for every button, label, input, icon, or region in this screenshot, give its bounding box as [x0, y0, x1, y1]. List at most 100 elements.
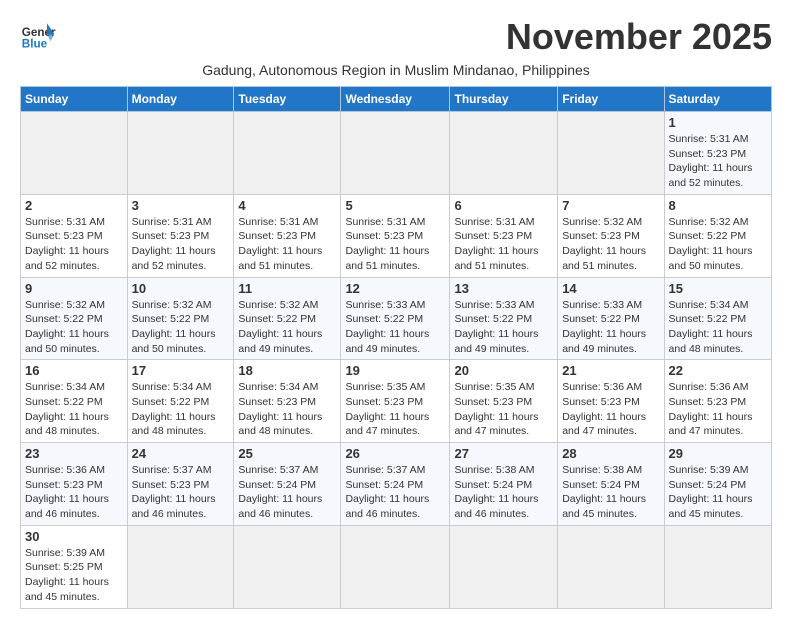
day-info: Sunrise: 5:37 AM Sunset: 5:23 PM Dayligh… [132, 463, 230, 522]
calendar-cell: 17 Sunrise: 5:34 AM Sunset: 5:22 PM Dayli… [127, 360, 234, 443]
week-row-5: 23Sunrise: 5:36 AM Sunset: 5:23 PM Dayli… [21, 443, 772, 526]
day-number: 1 [669, 115, 767, 130]
calendar-cell [341, 525, 450, 608]
day-number: 9 [25, 281, 123, 296]
calendar-cell: 1 Sunrise: 5:31 AM Sunset: 5:23 PM Daylig… [664, 112, 771, 195]
calendar-table: SundayMondayTuesdayWednesdayThursdayFrid… [20, 86, 772, 609]
calendar-cell: 4 Sunrise: 5:31 AM Sunset: 5:23 PM Daylig… [234, 194, 341, 277]
header-day-friday: Friday [558, 87, 664, 112]
day-info: Sunrise: 5:35 AM Sunset: 5:23 PM Dayligh… [345, 380, 445, 439]
day-info: Sunrise: 5:31 AM Sunset: 5:23 PM Dayligh… [132, 215, 230, 274]
day-info: Sunrise: 5:31 AM Sunset: 5:23 PM Dayligh… [669, 132, 767, 191]
day-info: Sunrise: 5:35 AM Sunset: 5:23 PM Dayligh… [454, 380, 553, 439]
day-info: Sunrise: 5:32 AM Sunset: 5:22 PM Dayligh… [132, 298, 230, 357]
day-number: 14 [562, 281, 659, 296]
day-info: Sunrise: 5:34 AM Sunset: 5:23 PM Dayligh… [238, 380, 336, 439]
calendar-cell: 27 Sunrise: 5:38 AM Sunset: 5:24 PM Dayli… [450, 443, 558, 526]
day-info: Sunrise: 5:34 AM Sunset: 5:22 PM Dayligh… [132, 380, 230, 439]
day-info: Sunrise: 5:38 AM Sunset: 5:24 PM Dayligh… [562, 463, 659, 522]
day-number: 10 [132, 281, 230, 296]
days-header-row: SundayMondayTuesdayWednesdayThursdayFrid… [21, 87, 772, 112]
day-number: 18 [238, 363, 336, 378]
calendar-cell: 3 Sunrise: 5:31 AM Sunset: 5:23 PM Daylig… [127, 194, 234, 277]
calendar-cell: 22 Sunrise: 5:36 AM Sunset: 5:23 PM Dayli… [664, 360, 771, 443]
day-info: Sunrise: 5:39 AM Sunset: 5:25 PM Dayligh… [25, 546, 123, 605]
header-day-saturday: Saturday [664, 87, 771, 112]
day-info: Sunrise: 5:31 AM Sunset: 5:23 PM Dayligh… [345, 215, 445, 274]
day-number: 11 [238, 281, 336, 296]
calendar-cell: 29 Sunrise: 5:39 AM Sunset: 5:24 PM Dayli… [664, 443, 771, 526]
header-day-tuesday: Tuesday [234, 87, 341, 112]
calendar-cell: 5 Sunrise: 5:31 AM Sunset: 5:23 PM Daylig… [341, 194, 450, 277]
calendar-cell: 8Sunrise: 5:32 AM Sunset: 5:22 PM Daylig… [664, 194, 771, 277]
day-number: 5 [345, 198, 445, 213]
day-number: 19 [345, 363, 445, 378]
calendar-cell: 15Sunrise: 5:34 AM Sunset: 5:22 PM Dayli… [664, 277, 771, 360]
day-info: Sunrise: 5:33 AM Sunset: 5:22 PM Dayligh… [562, 298, 659, 357]
calendar-cell: 7 Sunrise: 5:32 AM Sunset: 5:23 PM Daylig… [558, 194, 664, 277]
day-info: Sunrise: 5:32 AM Sunset: 5:23 PM Dayligh… [562, 215, 659, 274]
day-info: Sunrise: 5:33 AM Sunset: 5:22 PM Dayligh… [345, 298, 445, 357]
calendar-cell: 25 Sunrise: 5:37 AM Sunset: 5:24 PM Dayli… [234, 443, 341, 526]
calendar-cell: 16Sunrise: 5:34 AM Sunset: 5:22 PM Dayli… [21, 360, 128, 443]
day-info: Sunrise: 5:37 AM Sunset: 5:24 PM Dayligh… [345, 463, 445, 522]
month-title: November 2025 [506, 16, 772, 58]
calendar-cell: 13Sunrise: 5:33 AM Sunset: 5:22 PM Dayli… [450, 277, 558, 360]
day-info: Sunrise: 5:32 AM Sunset: 5:22 PM Dayligh… [25, 298, 123, 357]
header-day-thursday: Thursday [450, 87, 558, 112]
day-info: Sunrise: 5:33 AM Sunset: 5:22 PM Dayligh… [454, 298, 553, 357]
logo: General Blue [20, 16, 56, 52]
day-number: 22 [669, 363, 767, 378]
calendar-cell: 9 Sunrise: 5:32 AM Sunset: 5:22 PM Daylig… [21, 277, 128, 360]
calendar-cell [127, 525, 234, 608]
day-info: Sunrise: 5:39 AM Sunset: 5:24 PM Dayligh… [669, 463, 767, 522]
calendar-cell [664, 525, 771, 608]
calendar-cell: 11 Sunrise: 5:32 AM Sunset: 5:22 PM Dayli… [234, 277, 341, 360]
header-day-sunday: Sunday [21, 87, 128, 112]
day-number: 27 [454, 446, 553, 461]
subtitle: Gadung, Autonomous Region in Muslim Mind… [20, 62, 772, 78]
day-number: 6 [454, 198, 553, 213]
day-info: Sunrise: 5:37 AM Sunset: 5:24 PM Dayligh… [238, 463, 336, 522]
day-info: Sunrise: 5:31 AM Sunset: 5:23 PM Dayligh… [238, 215, 336, 274]
calendar-cell [127, 112, 234, 195]
header-day-wednesday: Wednesday [341, 87, 450, 112]
calendar-cell: 10 Sunrise: 5:32 AM Sunset: 5:22 PM Dayli… [127, 277, 234, 360]
day-number: 25 [238, 446, 336, 461]
calendar-cell: 26 Sunrise: 5:37 AM Sunset: 5:24 PM Dayli… [341, 443, 450, 526]
week-row-1: 1 Sunrise: 5:31 AM Sunset: 5:23 PM Daylig… [21, 112, 772, 195]
day-number: 15 [669, 281, 767, 296]
day-number: 12 [345, 281, 445, 296]
calendar-cell [558, 525, 664, 608]
day-info: Sunrise: 5:31 AM Sunset: 5:23 PM Dayligh… [25, 215, 123, 274]
day-number: 3 [132, 198, 230, 213]
calendar-cell: 14 Sunrise: 5:33 AM Sunset: 5:22 PM Dayli… [558, 277, 664, 360]
calendar-cell: 30 Sunrise: 5:39 AM Sunset: 5:25 PM Dayli… [21, 525, 128, 608]
calendar-cell [450, 525, 558, 608]
day-number: 17 [132, 363, 230, 378]
calendar-cell [234, 525, 341, 608]
day-info: Sunrise: 5:32 AM Sunset: 5:22 PM Dayligh… [238, 298, 336, 357]
day-number: 4 [238, 198, 336, 213]
day-info: Sunrise: 5:38 AM Sunset: 5:24 PM Dayligh… [454, 463, 553, 522]
day-info: Sunrise: 5:36 AM Sunset: 5:23 PM Dayligh… [25, 463, 123, 522]
day-info: Sunrise: 5:36 AM Sunset: 5:23 PM Dayligh… [669, 380, 767, 439]
day-number: 20 [454, 363, 553, 378]
calendar-cell: 18 Sunrise: 5:34 AM Sunset: 5:23 PM Dayli… [234, 360, 341, 443]
calendar-cell [234, 112, 341, 195]
day-number: 2 [25, 198, 123, 213]
calendar-cell: 24Sunrise: 5:37 AM Sunset: 5:23 PM Dayli… [127, 443, 234, 526]
calendar-cell: 19 Sunrise: 5:35 AM Sunset: 5:23 PM Dayli… [341, 360, 450, 443]
day-number: 16 [25, 363, 123, 378]
day-info: Sunrise: 5:31 AM Sunset: 5:23 PM Dayligh… [454, 215, 553, 274]
day-number: 29 [669, 446, 767, 461]
day-number: 26 [345, 446, 445, 461]
day-number: 7 [562, 198, 659, 213]
day-number: 30 [25, 529, 123, 544]
calendar-cell: 6 Sunrise: 5:31 AM Sunset: 5:23 PM Daylig… [450, 194, 558, 277]
calendar-cell [558, 112, 664, 195]
svg-text:Blue: Blue [22, 38, 48, 51]
calendar-cell: 21Sunrise: 5:36 AM Sunset: 5:23 PM Dayli… [558, 360, 664, 443]
calendar-cell: 23Sunrise: 5:36 AM Sunset: 5:23 PM Dayli… [21, 443, 128, 526]
calendar-cell: 28Sunrise: 5:38 AM Sunset: 5:24 PM Dayli… [558, 443, 664, 526]
